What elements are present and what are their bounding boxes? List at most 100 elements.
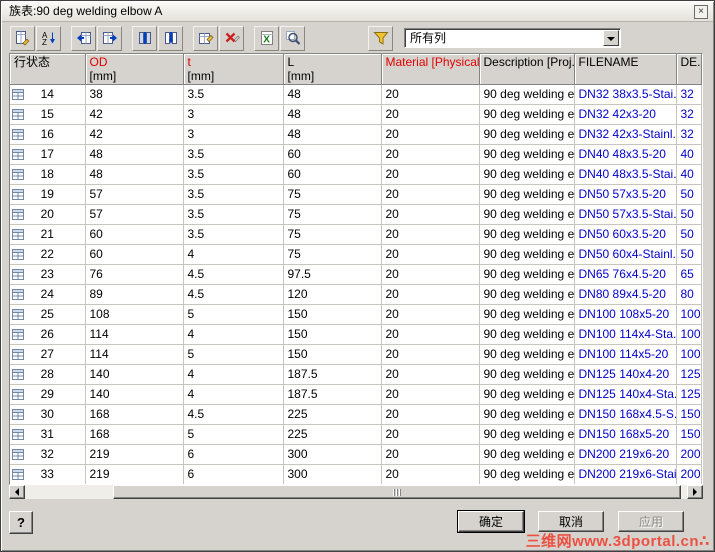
- cell-filename[interactable]: DN80 89x4.5-20: [574, 284, 677, 305]
- row-status-cell[interactable]: 25: [10, 304, 86, 325]
- cell-filename[interactable]: DN100 114x4-Sta...: [574, 324, 677, 345]
- cell-de[interactable]: 200: [676, 444, 702, 465]
- cell-description[interactable]: 90 deg welding el...: [479, 364, 575, 385]
- cell-description[interactable]: 90 deg welding el...: [479, 164, 575, 185]
- cell-description[interactable]: 90 deg welding el...: [479, 184, 575, 205]
- cell-filename[interactable]: DN150 168x4.5-S...: [574, 404, 677, 425]
- cell-de[interactable]: 40: [676, 164, 702, 185]
- verify-button[interactable]: [280, 25, 305, 51]
- cell-description[interactable]: 90 deg welding el...: [479, 344, 575, 365]
- cell-material[interactable]: 20: [381, 444, 480, 465]
- cell-t[interactable]: 6: [183, 464, 284, 484]
- cell-material[interactable]: 20: [381, 364, 480, 385]
- cell-description[interactable]: 90 deg welding el...: [479, 404, 575, 425]
- cell-t[interactable]: 3: [183, 104, 284, 125]
- cell-t[interactable]: 5: [183, 304, 284, 325]
- apply-button[interactable]: 应用: [618, 511, 684, 532]
- column-header-t[interactable]: t [mm]: [183, 54, 284, 85]
- cell-od[interactable]: 48: [85, 164, 184, 185]
- row-status-cell[interactable]: 32: [10, 444, 86, 465]
- row-status-cell[interactable]: 29: [10, 384, 86, 405]
- cell-t[interactable]: 3: [183, 124, 284, 145]
- column-header-status[interactable]: 行状态: [10, 54, 86, 85]
- insert-column-button[interactable]: [132, 25, 157, 51]
- cell-l[interactable]: 150: [283, 304, 382, 325]
- cell-description[interactable]: 90 deg welding el...: [479, 124, 575, 145]
- cell-filename[interactable]: DN32 38x3.5-Stai...: [574, 84, 677, 105]
- column-header-od[interactable]: OD [mm]: [85, 54, 184, 85]
- cell-l[interactable]: 150: [283, 344, 382, 365]
- row-status-cell[interactable]: 23: [10, 264, 86, 285]
- row-status-cell[interactable]: 20: [10, 204, 86, 225]
- cell-od[interactable]: 60: [85, 224, 184, 245]
- cell-de[interactable]: 50: [676, 224, 702, 245]
- cell-material[interactable]: 20: [381, 384, 480, 405]
- cell-de[interactable]: 200: [676, 464, 702, 484]
- cell-filename[interactable]: DN200 219x6-20: [574, 444, 677, 465]
- delete-row-button[interactable]: [219, 25, 244, 51]
- cell-l[interactable]: 60: [283, 144, 382, 165]
- column-filter-dropdown[interactable]: 所有列: [404, 28, 621, 48]
- cell-de[interactable]: 125: [676, 384, 702, 405]
- cell-material[interactable]: 20: [381, 344, 480, 365]
- cell-l[interactable]: 120: [283, 284, 382, 305]
- cell-od[interactable]: 168: [85, 424, 184, 445]
- cell-od[interactable]: 57: [85, 204, 184, 225]
- cell-l[interactable]: 75: [283, 184, 382, 205]
- column-header-description[interactable]: Description [Proj...: [479, 54, 575, 85]
- cell-od[interactable]: 219: [85, 444, 184, 465]
- row-status-cell[interactable]: 33: [10, 464, 86, 484]
- cell-t[interactable]: 4.5: [183, 404, 284, 425]
- cell-de[interactable]: 100: [676, 344, 702, 365]
- cell-filename[interactable]: DN50 60x4-Stainl...: [574, 244, 677, 265]
- cell-description[interactable]: 90 deg welding el...: [479, 224, 575, 245]
- cell-t[interactable]: 6: [183, 444, 284, 465]
- cell-od[interactable]: 38: [85, 84, 184, 105]
- cell-od[interactable]: 108: [85, 304, 184, 325]
- cell-de[interactable]: 32: [676, 84, 702, 105]
- cell-t[interactable]: 4: [183, 364, 284, 385]
- cell-description[interactable]: 90 deg welding el...: [479, 444, 575, 465]
- cell-filename[interactable]: DN200 219x6-Stai...: [574, 464, 677, 484]
- cell-description[interactable]: 90 deg welding el...: [479, 384, 575, 405]
- cell-t[interactable]: 3.5: [183, 144, 284, 165]
- cell-material[interactable]: 20: [381, 424, 480, 445]
- cell-t[interactable]: 4.5: [183, 284, 284, 305]
- cell-l[interactable]: 187.5: [283, 364, 382, 385]
- cell-filename[interactable]: DN125 140x4-Sta...: [574, 384, 677, 405]
- cell-t[interactable]: 3.5: [183, 204, 284, 225]
- cell-de[interactable]: 65: [676, 264, 702, 285]
- row-status-cell[interactable]: 31: [10, 424, 86, 445]
- cell-de[interactable]: 150: [676, 424, 702, 445]
- cell-od[interactable]: 219: [85, 464, 184, 484]
- dropdown-arrow-button[interactable]: [603, 30, 619, 46]
- row-status-cell[interactable]: 19: [10, 184, 86, 205]
- cell-filename[interactable]: DN150 168x5-20: [574, 424, 677, 445]
- cell-filename[interactable]: DN50 57x3.5-Stai...: [574, 204, 677, 225]
- row-status-cell[interactable]: 28: [10, 364, 86, 385]
- row-status-cell[interactable]: 17: [10, 144, 86, 165]
- cell-de[interactable]: 125: [676, 364, 702, 385]
- cell-material[interactable]: 20: [381, 144, 480, 165]
- cell-material[interactable]: 20: [381, 304, 480, 325]
- row-status-cell[interactable]: 30: [10, 404, 86, 425]
- cell-od[interactable]: 89: [85, 284, 184, 305]
- cell-t[interactable]: 5: [183, 424, 284, 445]
- cell-od[interactable]: 48: [85, 144, 184, 165]
- cell-de[interactable]: 100: [676, 304, 702, 325]
- cell-t[interactable]: 5: [183, 344, 284, 365]
- cell-l[interactable]: 150: [283, 324, 382, 345]
- cell-filename[interactable]: DN32 42x3-20: [574, 104, 677, 125]
- cell-de[interactable]: 150: [676, 404, 702, 425]
- cell-material[interactable]: 20: [381, 164, 480, 185]
- cell-t[interactable]: 4: [183, 324, 284, 345]
- cell-l[interactable]: 75: [283, 244, 382, 265]
- row-status-cell[interactable]: 15: [10, 104, 86, 125]
- cell-od[interactable]: 60: [85, 244, 184, 265]
- cell-de[interactable]: 50: [676, 184, 702, 205]
- cell-l[interactable]: 48: [283, 104, 382, 125]
- row-status-cell[interactable]: 24: [10, 284, 86, 305]
- cell-description[interactable]: 90 deg welding el...: [479, 304, 575, 325]
- cell-filename[interactable]: DN40 48x3.5-20: [574, 144, 677, 165]
- cell-l[interactable]: 60: [283, 164, 382, 185]
